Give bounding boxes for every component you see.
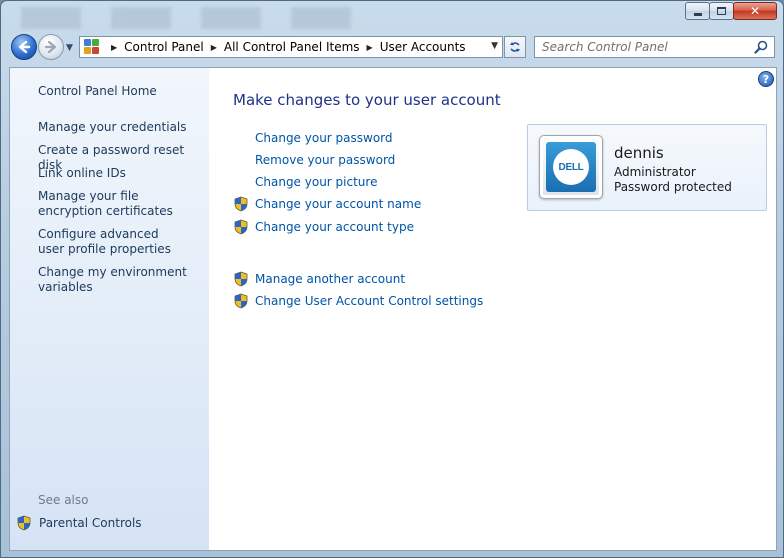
recent-pages-dropdown[interactable]: ▼ (66, 43, 73, 53)
sidebar-link-environment-variables[interactable]: Change my environment variables (38, 265, 188, 295)
uac-shield-icon (17, 515, 31, 531)
navigation-bar: ▼ ▶ Control Panel ▶ All Control Panel It… (1, 31, 783, 64)
user-password-status: Password protected (614, 180, 732, 194)
breadcrumb-separator[interactable]: ▶ (211, 43, 217, 52)
task-label[interactable]: Change your account type (255, 220, 414, 234)
control-panel-icon (84, 39, 100, 55)
close-icon: ✕ (749, 4, 761, 18)
dell-logo-icon: DELL (553, 149, 589, 185)
see-also-label: See also (38, 493, 89, 507)
sidebar-link-credentials[interactable]: Manage your credentials (38, 120, 187, 135)
help-icon[interactable]: ? (758, 71, 774, 87)
refresh-icon (510, 42, 520, 52)
task-label[interactable]: Change User Account Control settings (255, 294, 483, 308)
forward-arrow-icon (44, 40, 57, 54)
change-account-name-link[interactable]: Change your account name (233, 196, 421, 212)
change-account-type-link[interactable]: Change your account type (233, 219, 414, 235)
background-window-ghost (21, 7, 381, 29)
address-bar[interactable]: ▶ Control Panel ▶ All Control Panel Item… (79, 36, 503, 58)
uac-settings-link[interactable]: Change User Account Control settings (233, 293, 483, 309)
uac-shield-icon (234, 219, 248, 235)
remove-password-link[interactable]: Remove your password (233, 153, 395, 167)
back-button[interactable] (11, 34, 37, 60)
dell-logo-text: DELL (558, 161, 584, 173)
minimize-button[interactable] (685, 2, 710, 20)
task-label[interactable]: Change your account name (255, 197, 421, 211)
task-label[interactable]: Change your password (255, 131, 393, 145)
maximize-icon (717, 7, 726, 15)
content-area: Control Panel Home Manage your credentia… (9, 67, 777, 551)
breadcrumb-separator[interactable]: ▶ (111, 43, 117, 52)
breadcrumb-control-panel[interactable]: Control Panel (124, 40, 204, 54)
parental-controls-label[interactable]: Parental Controls (39, 516, 142, 530)
maximize-button[interactable] (709, 2, 734, 20)
close-button[interactable]: ✕ (733, 2, 777, 20)
user-account-tile: DELL dennis Administrator Password prote… (527, 124, 767, 211)
sidebar-link-online-ids[interactable]: Link online IDs (38, 166, 126, 181)
avatar-picture: DELL (546, 142, 596, 192)
uac-shield-icon (234, 271, 248, 287)
address-history-dropdown[interactable]: ▼ (491, 41, 498, 51)
search-icon[interactable] (754, 40, 768, 54)
page-title: Make changes to your user account (233, 91, 501, 109)
user-name: dennis (614, 144, 664, 162)
forward-button[interactable] (38, 34, 64, 60)
change-password-link[interactable]: Change your password (233, 131, 393, 145)
change-picture-link[interactable]: Change your picture (233, 175, 377, 189)
breadcrumb-separator[interactable]: ▶ (367, 43, 373, 52)
refresh-button[interactable] (504, 36, 526, 58)
task-label[interactable]: Remove your password (255, 153, 395, 167)
task-sidebar: Control Panel Home Manage your credentia… (10, 68, 209, 550)
caption-buttons: ✕ (685, 2, 777, 20)
back-arrow-icon (18, 40, 31, 54)
uac-shield-icon (234, 196, 248, 212)
sidebar-link-advanced-profile[interactable]: Configure advanced user profile properti… (38, 227, 188, 257)
avatar: DELL (539, 135, 603, 199)
manage-another-account-link[interactable]: Manage another account (233, 271, 405, 287)
task-label[interactable]: Manage another account (255, 272, 405, 286)
search-box[interactable] (534, 36, 775, 58)
user-role: Administrator (614, 165, 696, 179)
uac-shield-icon (234, 293, 248, 309)
user-accounts-window: ✕ ▼ ▶ Control Panel ▶ All Control Panel (0, 0, 784, 558)
control-panel-home-link[interactable]: Control Panel Home (38, 84, 157, 99)
breadcrumb-all-items[interactable]: All Control Panel Items (224, 40, 360, 54)
search-input[interactable] (535, 40, 745, 54)
parental-controls-link[interactable]: Parental Controls (16, 515, 142, 531)
minimize-icon (693, 12, 702, 16)
sidebar-link-encryption-certificates[interactable]: Manage your file encryption certificates (38, 189, 198, 219)
task-label[interactable]: Change your picture (255, 175, 377, 189)
breadcrumb-user-accounts[interactable]: User Accounts (380, 40, 466, 54)
